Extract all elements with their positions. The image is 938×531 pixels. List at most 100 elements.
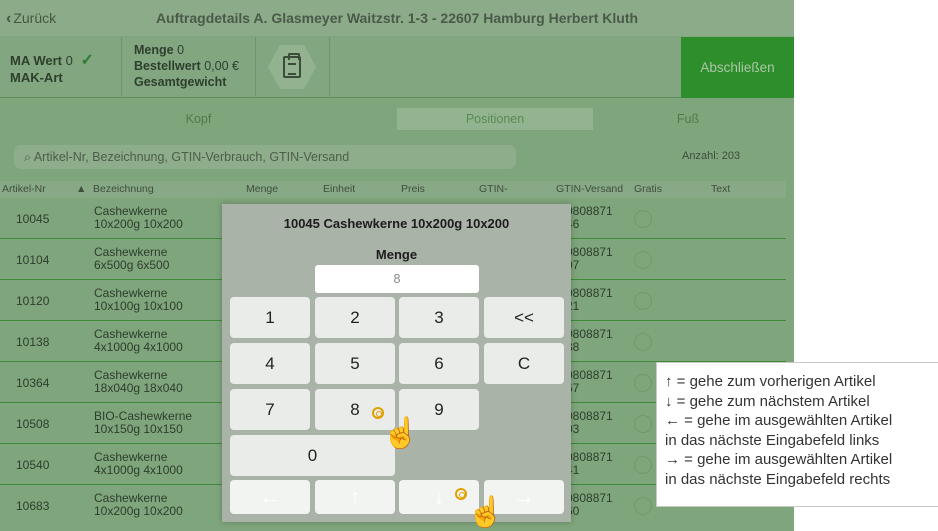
- tab-positionen[interactable]: Positionen: [397, 108, 593, 130]
- tap-target-icon: [455, 488, 467, 500]
- arrow-legend: ↑ = gehe zum vorherigen Artikel ↓ = gehe…: [656, 362, 938, 507]
- key-0[interactable]: 0: [230, 435, 395, 476]
- bez-line2: 10x200g 10x200: [94, 217, 183, 231]
- tab-kopf[interactable]: Kopf: [0, 108, 397, 130]
- key-2[interactable]: 2: [315, 297, 395, 338]
- col-gtin-verbrauch[interactable]: GTIN-: [479, 183, 508, 195]
- cell-artikel-nr: 10508: [16, 417, 50, 431]
- col-text[interactable]: Text: [711, 183, 730, 195]
- bestellwert-label: Bestellwert: [134, 59, 201, 73]
- arrow-up-button[interactable]: ↑: [315, 480, 395, 514]
- cell-artikel-nr: 10045: [16, 212, 50, 226]
- tab-fuss[interactable]: Fuß: [593, 108, 783, 130]
- gesamtgewicht-label: Gesamtgewicht: [134, 75, 227, 89]
- cell-gtin-versand: 0808871 67: [566, 369, 613, 395]
- key-clear[interactable]: C: [484, 343, 564, 384]
- gtin-line1: 0808871: [566, 245, 613, 259]
- col-menge[interactable]: Menge: [246, 183, 278, 195]
- gratis-radio[interactable]: [634, 292, 652, 310]
- ma-wert-cell: MA Wert 0 ✓ MAK-Art: [0, 37, 122, 98]
- key-1[interactable]: 1: [230, 297, 310, 338]
- cell-bezeichnung: Cashewkerne 18x040g 18x040: [94, 369, 183, 395]
- sort-asc-icon: ▲: [76, 183, 87, 195]
- gtin-line1: 0808871: [566, 327, 613, 341]
- cell-artikel-nr: 10683: [16, 499, 50, 513]
- bez-line2: 4x1000g 4x1000: [94, 463, 183, 477]
- cell-gtin-versand: 0808871 03: [566, 410, 613, 436]
- bez-line1: BIO-Cashewkerne: [94, 409, 193, 423]
- checkmark-icon: ✓: [80, 52, 94, 69]
- gratis-radio[interactable]: [634, 251, 652, 269]
- cell-bezeichnung: Cashewkerne 10x200g 10x200: [94, 205, 183, 231]
- ma-wert-value: 0: [65, 53, 73, 68]
- clipboard-button[interactable]: [256, 37, 330, 98]
- clipboard-icon: [283, 53, 301, 78]
- cell-bezeichnung: Cashewkerne 6x500g 6x500: [94, 246, 169, 272]
- cell-gtin-versand: 0808871 46: [566, 205, 613, 231]
- top-bar: ‹ Zurück Auftragdetails A. Glasmeyer Wait…: [0, 0, 794, 36]
- gratis-radio[interactable]: [634, 374, 652, 392]
- col-artikel-nr[interactable]: Artikel-Nr: [2, 183, 46, 195]
- bez-line1: Cashewkerne: [94, 491, 168, 505]
- gtin-line1: 0808871: [566, 286, 613, 300]
- item-count: Anzahl: 203: [682, 150, 741, 162]
- gratis-radio[interactable]: [634, 210, 652, 228]
- search-placeholder: Artikel-Nr, Bezeichnung, GTIN-Verbrauch,…: [33, 150, 350, 164]
- legend-line: in das nächste Eingabefeld rechts: [665, 470, 891, 488]
- gtin-line1: 0808871: [566, 204, 613, 218]
- menge-value: 0: [177, 43, 185, 57]
- col-gtin-versand[interactable]: GTIN-Versand: [556, 183, 623, 195]
- ma-wert-label: MA Wert: [10, 53, 62, 68]
- bestellwert-value: 0,00 €: [204, 59, 239, 73]
- key-backspace[interactable]: <<: [484, 297, 564, 338]
- cell-artikel-nr: 10364: [16, 376, 50, 390]
- key-3[interactable]: 3: [399, 297, 479, 338]
- gtin-line1: 0808871: [566, 409, 613, 423]
- cell-bezeichnung: Cashewkerne 10x200g 10x200: [94, 492, 183, 518]
- cell-bezeichnung: Cashewkerne 4x1000g 4x1000: [94, 328, 183, 354]
- gratis-radio[interactable]: [634, 497, 652, 515]
- col-gratis[interactable]: Gratis: [634, 183, 662, 195]
- gratis-radio[interactable]: [634, 333, 652, 351]
- search-input[interactable]: ⌕ Artikel-Nr, Bezeichnung, GTIN-Verbrauc…: [14, 145, 516, 169]
- cell-artikel-nr: 10120: [16, 294, 50, 308]
- pointing-hand-icon: ☝: [467, 496, 505, 529]
- bez-line2: 18x040g 18x040: [94, 381, 183, 395]
- quantity-input[interactable]: 8: [315, 265, 479, 293]
- bez-line1: Cashewkerne: [94, 245, 168, 259]
- arrow-left-button[interactable]: ←: [230, 480, 310, 514]
- bez-line2: 10x150g 10x150: [94, 422, 183, 436]
- key-5[interactable]: 5: [315, 343, 395, 384]
- gratis-radio[interactable]: [634, 456, 652, 474]
- bez-line2: 10x100g 10x100: [94, 299, 183, 313]
- cell-bezeichnung: Cashewkerne 10x100g 10x100: [94, 287, 183, 313]
- cell-artikel-nr: 10104: [16, 253, 50, 267]
- key-7[interactable]: 7: [230, 389, 310, 430]
- cell-bezeichnung: Cashewkerne 4x1000g 4x1000: [94, 451, 183, 477]
- bez-line2: 6x500g 6x500: [94, 258, 170, 272]
- cell-artikel-nr: 10138: [16, 335, 50, 349]
- bez-line2: 10x200g 10x200: [94, 504, 183, 518]
- col-preis[interactable]: Preis: [401, 183, 425, 195]
- dialog-title: 10045 Cashewkerne 10x200g 10x200: [283, 216, 510, 231]
- col-einheit[interactable]: Einheit: [323, 183, 355, 195]
- legend-line: → = gehe im ausgewählten Artikel: [665, 451, 893, 469]
- bez-line1: Cashewkerne: [94, 368, 168, 382]
- gtin-line1: 0808871: [566, 450, 613, 464]
- cell-gtin-versand: 0808871 60: [566, 492, 613, 518]
- order-summary-cell: Menge 0 Bestellwert 0,00 € Gesamtgewicht: [122, 37, 256, 98]
- legend-line: ↑ = gehe zum vorherigen Artikel: [665, 373, 876, 390]
- col-bezeichnung[interactable]: Bezeichnung: [93, 183, 154, 195]
- mak-art-label: MAK-Art: [10, 70, 63, 85]
- finish-button[interactable]: Abschließen: [681, 37, 794, 98]
- key-6[interactable]: 6: [399, 343, 479, 384]
- cell-gtin-versand: 0808871 21: [566, 287, 613, 313]
- legend-line: in das nächste Eingabefeld links: [665, 431, 880, 449]
- cell-gtin-versand: 0808871 38: [566, 328, 613, 354]
- cell-bezeichnung: BIO-Cashewkerne 10x150g 10x150: [94, 410, 192, 436]
- bez-line1: Cashewkerne: [94, 450, 168, 464]
- cell-gtin-versand: 0808871 07: [566, 246, 613, 272]
- key-4[interactable]: 4: [230, 343, 310, 384]
- legend-line: ← = gehe im ausgewählten Artikel: [665, 412, 893, 430]
- gratis-radio[interactable]: [634, 415, 652, 433]
